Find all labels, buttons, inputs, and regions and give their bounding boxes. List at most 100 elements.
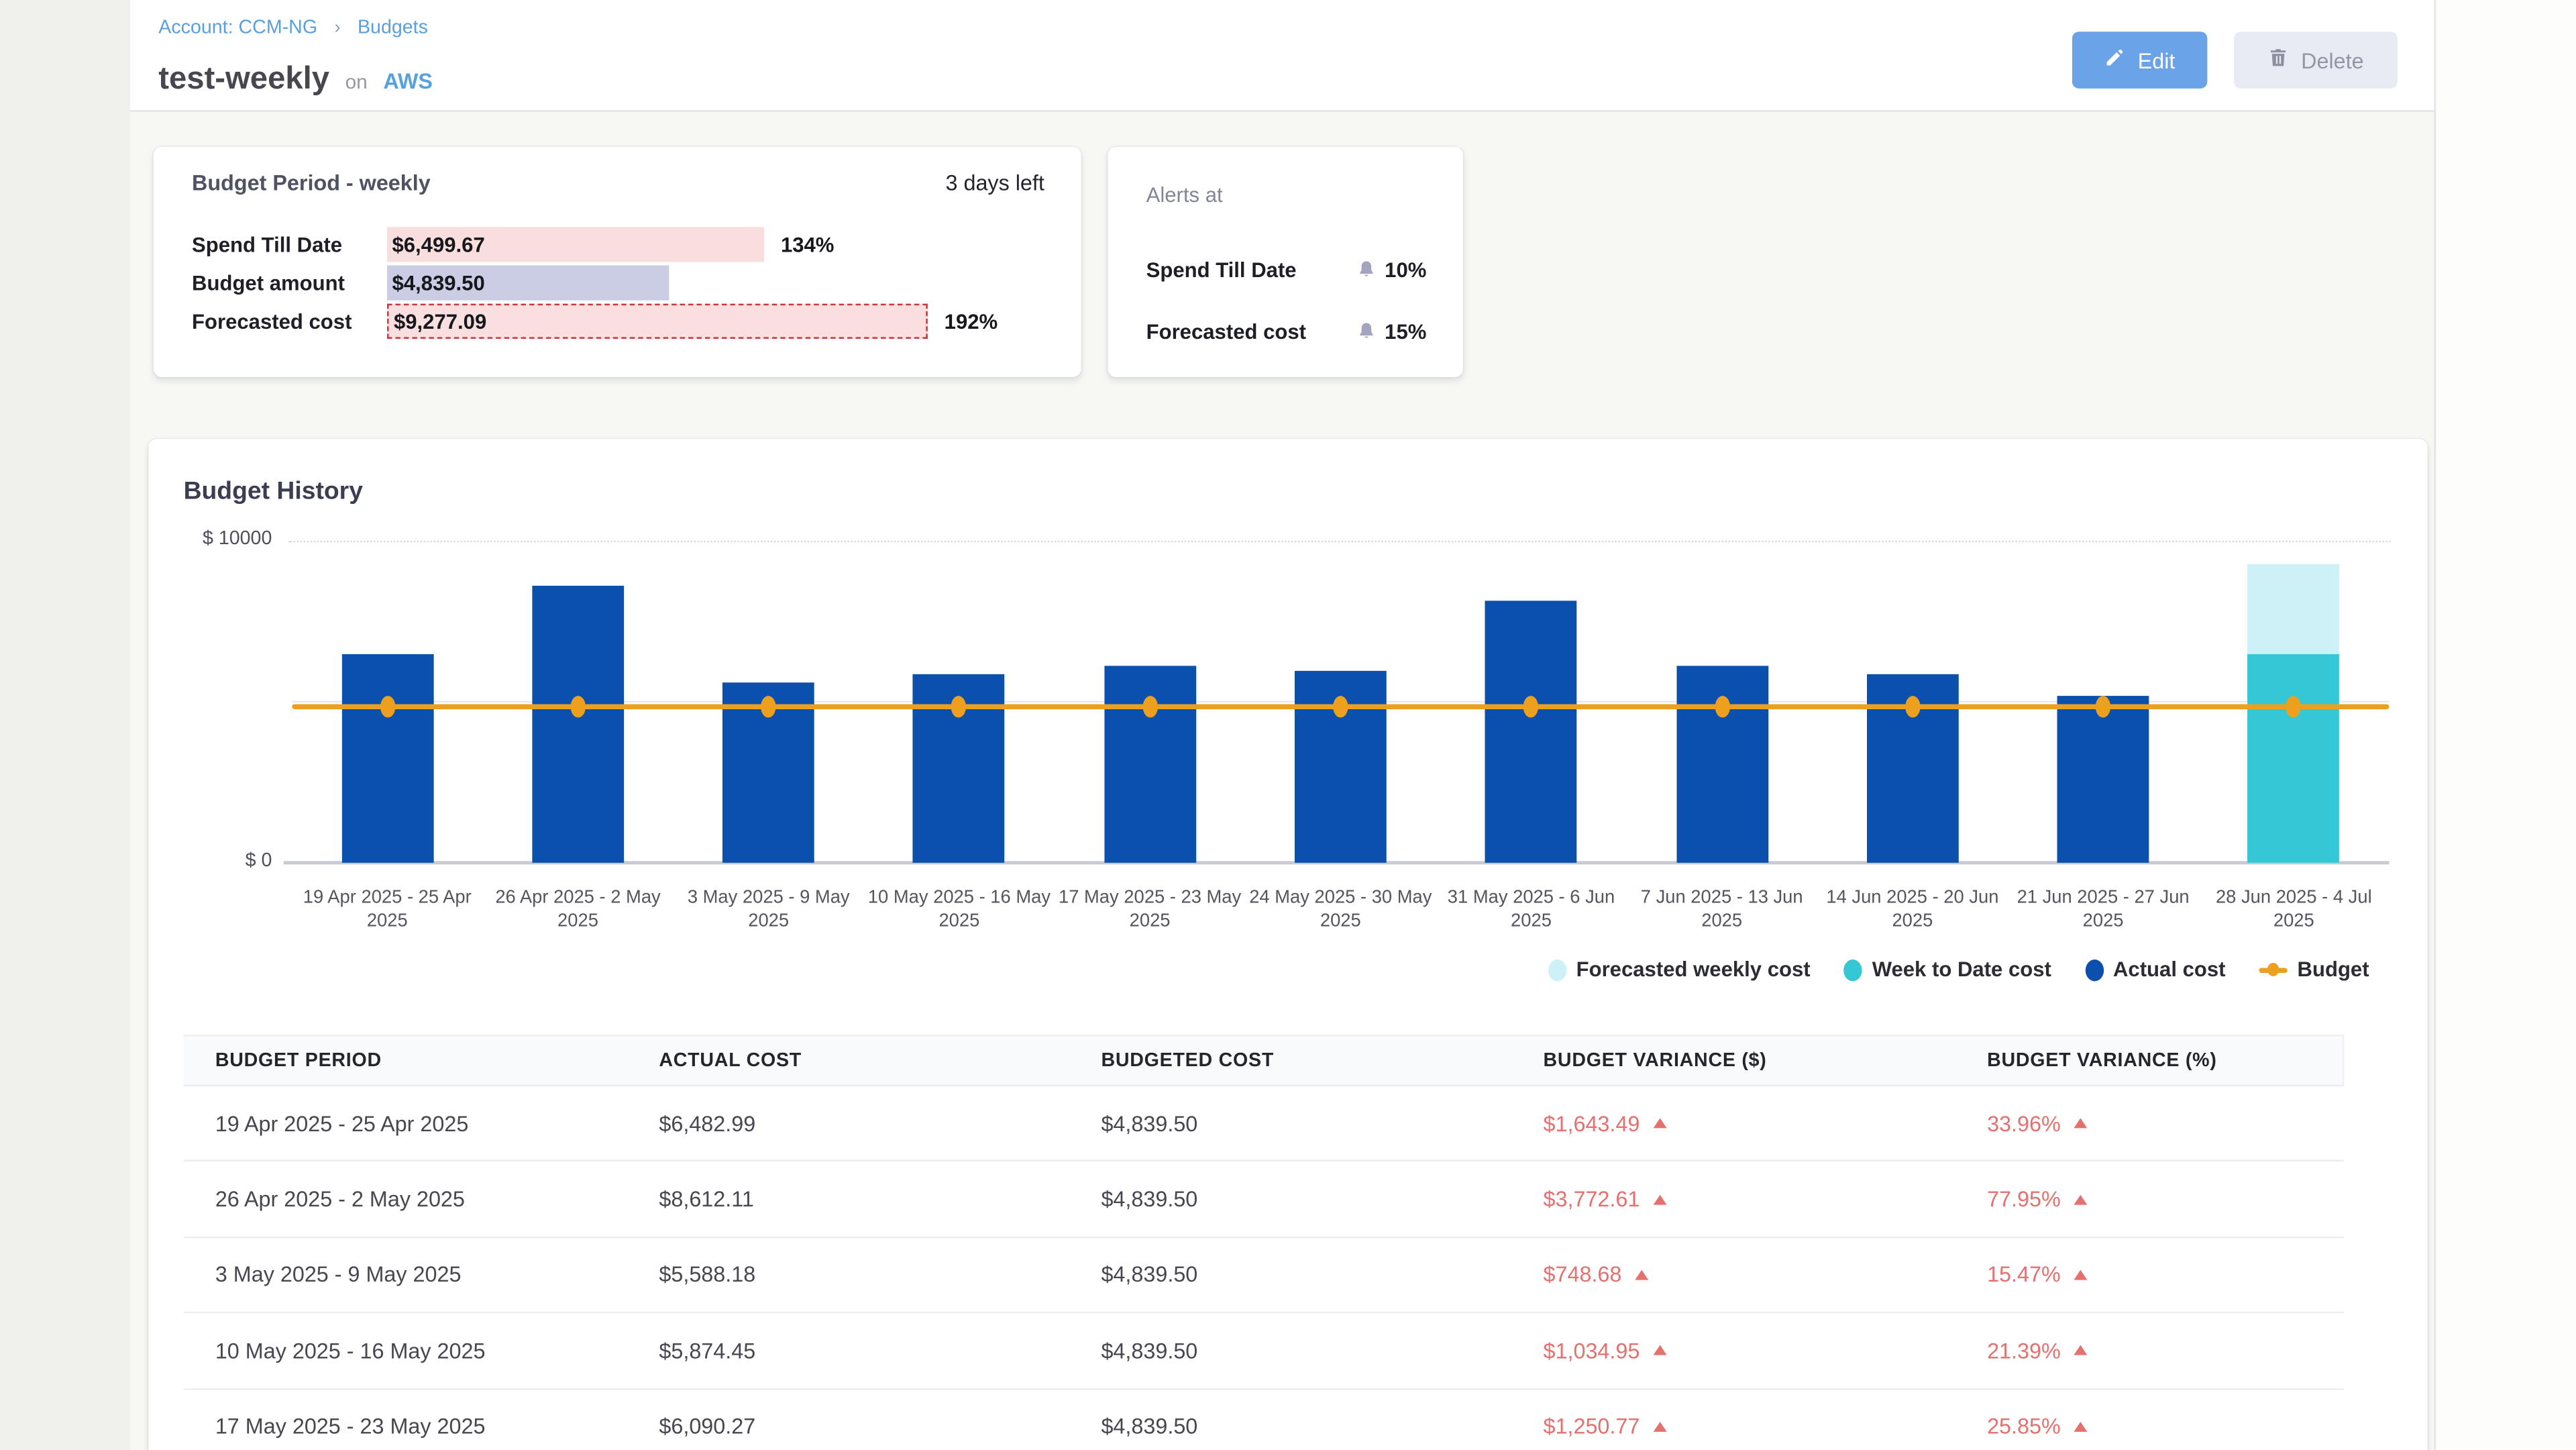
alerts-card: Alerts at Spend Till Date 10% Forecasted c… (1108, 147, 1463, 377)
trend-up-icon (1653, 1194, 1666, 1204)
days-left-label: 3 days left (945, 170, 1044, 195)
cell-actual-cost: $5,588.18 (627, 1238, 1069, 1312)
table-header-cell: BUDGET VARIANCE ($) (1511, 1036, 1955, 1084)
title-row: test-weekly on AWS (158, 62, 433, 99)
alert-row: Forecasted cost 15% (1146, 301, 1427, 362)
legend-item[interactable]: Actual cost (2085, 958, 2226, 982)
legend-item[interactable]: Forecasted weekly cost (1548, 958, 1810, 982)
cell-budget-variance-pct: 21.39% (1955, 1314, 2344, 1388)
budget-period-row: Budget amount$4,839.50 (192, 264, 1065, 303)
cloud-provider-label: AWS (383, 68, 433, 93)
alert-row: Spend Till Date 10% (1146, 239, 1427, 301)
header-actions: Edit Delete (2072, 32, 2398, 89)
alerts-title: Alerts at (1146, 184, 1223, 207)
cell-budget-variance-usd: $748.68 (1511, 1238, 1955, 1312)
budget-period-title: Budget Period - weekly (192, 170, 431, 195)
budget-period-row-percent: 134% (781, 233, 835, 256)
trend-up-icon (2074, 1194, 2088, 1204)
title-connector: on (345, 70, 368, 93)
cell-budgeted-cost: $4,839.50 (1069, 1238, 1511, 1312)
alert-row-percent: 15% (1385, 319, 1426, 343)
edit-button[interactable]: Edit (2072, 32, 2207, 89)
legend-item[interactable]: Week to Date cost (1843, 958, 2051, 982)
cell-budgeted-cost: $4,839.50 (1069, 1162, 1511, 1236)
cell-actual-cost: $6,090.27 (627, 1390, 1069, 1450)
edit-button-label: Edit (2138, 48, 2176, 72)
trend-up-icon (1653, 1119, 1666, 1129)
legend-item[interactable]: Budget (2259, 958, 2369, 982)
trend-up-icon (1635, 1270, 1648, 1280)
legend-label: Budget (2298, 958, 2369, 982)
table-row: 17 May 2025 - 23 May 2025$6,090.27$4,839… (184, 1390, 2345, 1450)
legend-marker-icon (2085, 959, 2103, 980)
cell-actual-cost: $5,874.45 (627, 1314, 1069, 1388)
page-title: test-weekly (158, 62, 329, 97)
alert-row-label: Spend Till Date (1146, 258, 1297, 281)
table-row: 19 Apr 2025 - 25 Apr 2025$6,482.99$4,839… (184, 1086, 2345, 1162)
alerts-rows: Spend Till Date 10% Forecasted cost 15% (1146, 239, 1427, 362)
budget-period-row-value: $9,277.09 (388, 311, 486, 334)
table-header-row: BUDGET PERIODACTUAL COSTBUDGETED COSTBUD… (184, 1035, 2345, 1086)
trend-up-icon (2074, 1345, 2088, 1355)
budget-detail-page: Account: CCM-NG › Budgets test-weekly on… (0, 0, 2576, 1450)
budget-period-row-bar: $4,839.50 (387, 266, 669, 301)
cell-budget-period: 10 May 2025 - 16 May 2025 (184, 1314, 628, 1388)
cell-budget-variance-usd: $1,643.49 (1511, 1086, 1955, 1160)
cell-budget-variance-usd: $1,250.77 (1511, 1390, 1955, 1450)
bell-icon (1356, 258, 1377, 280)
budget-history-table: BUDGET PERIODACTUAL COSTBUDGETED COSTBUD… (184, 1035, 2345, 1450)
table-row: 10 May 2025 - 16 May 2025$5,874.45$4,839… (184, 1314, 2345, 1390)
breadcrumb-account-link[interactable]: Account: CCM-NG (158, 18, 317, 38)
budget-period-card: Budget Period - weekly 3 days left Spend… (154, 147, 1081, 377)
budget-period-row-value: $4,839.50 (387, 272, 485, 295)
cell-actual-cost: $6,482.99 (627, 1086, 1069, 1160)
legend-label: Actual cost (2113, 958, 2226, 982)
budget-period-row-bar: $9,277.09 (387, 305, 928, 340)
table-header-cell: BUDGETED COST (1069, 1036, 1511, 1084)
trend-up-icon (1653, 1421, 1666, 1431)
legend-label: Week to Date cost (1872, 958, 2051, 982)
budget-period-bars: Spend Till Date$6,499.67134%Budget amoun… (192, 225, 1065, 342)
right-side-panel (2434, 0, 2576, 1450)
legend-label: Forecasted weekly cost (1576, 958, 1811, 982)
cell-budget-variance-pct: 77.95% (1955, 1162, 2344, 1236)
cell-budget-period: 3 May 2025 - 9 May 2025 (184, 1238, 628, 1312)
alert-row-label: Forecasted cost (1146, 319, 1306, 343)
cell-budget-variance-pct: 15.47% (1955, 1238, 2344, 1312)
cell-budgeted-cost: $4,839.50 (1069, 1314, 1511, 1388)
delete-button[interactable]: Delete (2234, 32, 2398, 89)
budget-period-row-value: $6,499.67 (387, 233, 485, 256)
table-row: 26 Apr 2025 - 2 May 2025$8,612.11$4,839.… (184, 1162, 2345, 1238)
alert-row-percent: 10% (1385, 258, 1426, 281)
breadcrumb-budgets-link[interactable]: Budgets (358, 18, 428, 38)
cell-budgeted-cost: $4,839.50 (1069, 1086, 1511, 1160)
cell-budget-period: 17 May 2025 - 23 May 2025 (184, 1390, 628, 1450)
legend-marker-icon (1843, 959, 1862, 980)
trash-icon (2267, 47, 2289, 74)
budget-period-row-percent: 192% (945, 311, 998, 334)
table-header-cell: BUDGET PERIOD (184, 1036, 628, 1084)
trend-up-icon (1653, 1345, 1666, 1355)
page-header: Account: CCM-NG › Budgets test-weekly on… (130, 0, 2434, 112)
bell-icon (1356, 321, 1377, 342)
table-row: 3 May 2025 - 9 May 2025$5,588.18$4,839.5… (184, 1238, 2345, 1314)
cell-budget-variance-usd: $1,034.95 (1511, 1314, 1955, 1388)
budget-period-row: Spend Till Date$6,499.67134% (192, 225, 1065, 264)
budget-period-row-label: Budget amount (192, 272, 387, 295)
cell-budget-period: 19 Apr 2025 - 25 Apr 2025 (184, 1086, 628, 1160)
budget-period-row-bar: $6,499.67 (387, 227, 764, 262)
budget-history-title: Budget History (184, 477, 363, 505)
cell-actual-cost: $8,612.11 (627, 1162, 1069, 1236)
cell-budgeted-cost: $4,839.50 (1069, 1390, 1511, 1450)
cell-budget-variance-pct: 25.85% (1955, 1390, 2344, 1450)
chevron-right-icon: › (334, 18, 340, 38)
table-header-cell: ACTUAL COST (627, 1036, 1069, 1084)
budget-legend-marker-icon (2259, 967, 2287, 972)
breadcrumb: Account: CCM-NG › Budgets (158, 18, 428, 38)
pencil-icon (2104, 47, 2126, 74)
trend-up-icon (2074, 1270, 2088, 1280)
chart-legend: Forecasted weekly cost Week to Date cost A… (1548, 958, 2369, 982)
cell-budget-variance-usd: $3,772.61 (1511, 1162, 1955, 1236)
trend-up-icon (2074, 1119, 2088, 1129)
budget-period-row: Forecasted cost$9,277.09192% (192, 303, 1065, 342)
